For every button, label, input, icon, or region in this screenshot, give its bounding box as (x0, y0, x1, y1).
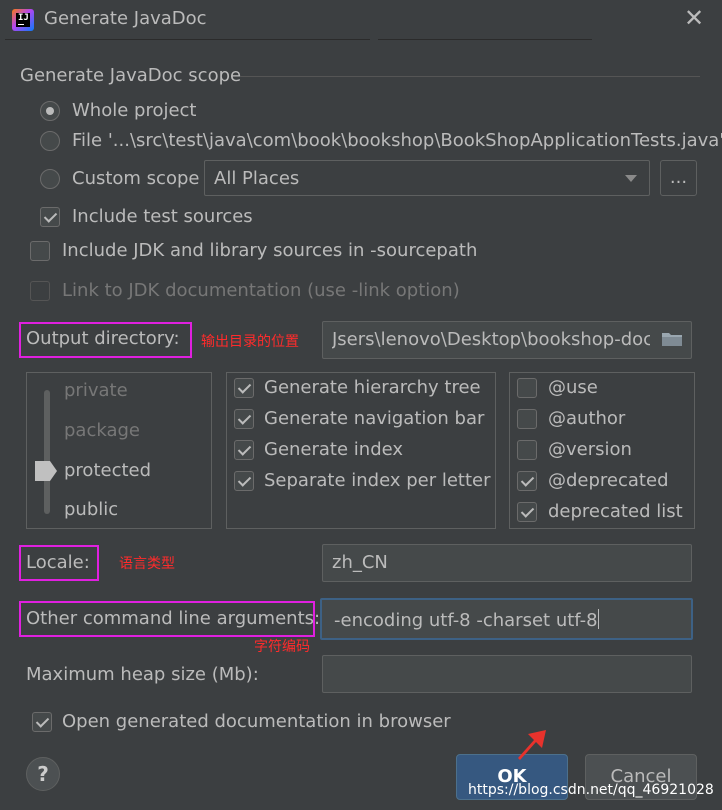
output-directory-value: Jsers\lenovo\Desktop\bookshop-doc (332, 329, 650, 350)
watermark: https://blog.csdn.net/qq_46921028 (468, 782, 714, 798)
generate-hierarchy-label[interactable]: Generate hierarchy tree (264, 377, 481, 398)
generate-index-label[interactable]: Generate index (264, 439, 403, 460)
radio-whole-project[interactable] (40, 101, 60, 121)
title-divider (378, 39, 592, 40)
include-test-sources-checkbox[interactable] (40, 207, 60, 227)
radio-custom-scope-label[interactable]: Custom scope (72, 168, 199, 189)
cmd-args-field[interactable]: -encoding utf-8 -charset utf-8 (320, 598, 693, 640)
visibility-package[interactable]: package (64, 420, 140, 441)
locale-value: zh_CN (332, 552, 388, 573)
output-annotation: 输出目录的位置 (201, 334, 299, 350)
tag-use-checkbox[interactable] (517, 378, 537, 398)
locale-label: Locale: (26, 552, 90, 573)
heap-size-field[interactable] (322, 655, 692, 693)
tag-deprecated-label[interactable]: @deprecated (548, 470, 669, 491)
separate-index-label[interactable]: Separate index per letter (264, 470, 491, 491)
custom-scope-dropdown[interactable]: All Places (204, 160, 650, 196)
radio-custom-scope[interactable] (40, 169, 60, 189)
annotation-arrow-icon (518, 730, 546, 760)
output-directory-label: Output directory: (26, 328, 180, 349)
generate-index-checkbox[interactable] (234, 440, 254, 460)
generate-navigation-label[interactable]: Generate navigation bar (264, 408, 484, 429)
generate-hierarchy-checkbox[interactable] (234, 378, 254, 398)
include-jdk-checkbox[interactable] (30, 241, 50, 261)
text-caret (597, 609, 599, 629)
tag-use-label[interactable]: @use (548, 377, 598, 398)
intellij-icon: IJ (12, 9, 34, 31)
radio-whole-project-label[interactable]: Whole project (72, 100, 197, 121)
output-directory-field[interactable]: Jsers\lenovo\Desktop\bookshop-doc (322, 321, 692, 359)
tag-version-label[interactable]: @version (548, 439, 632, 460)
visibility-public[interactable]: public (64, 499, 118, 520)
tag-author-label[interactable]: @author (548, 408, 625, 429)
close-icon[interactable]: ✕ (682, 4, 706, 32)
visibility-protected[interactable]: protected (64, 460, 151, 481)
scope-group-title: Generate JavaDoc scope (20, 65, 242, 86)
cmd-args-annotation: 字符编码 (254, 639, 310, 655)
include-test-sources-label[interactable]: Include test sources (72, 206, 253, 227)
deprecated-list-label[interactable]: deprecated list (548, 501, 683, 522)
tag-author-checkbox[interactable] (517, 409, 537, 429)
cmd-args-label: Other command line arguments: (26, 608, 321, 629)
heap-size-label: Maximum heap size (Mb): (26, 664, 259, 685)
help-button[interactable]: ? (26, 757, 60, 791)
visibility-private[interactable]: private (64, 380, 128, 401)
tag-version-checkbox[interactable] (517, 440, 537, 460)
dialog-title: Generate JavaDoc (44, 8, 207, 29)
open-browser-checkbox[interactable] (32, 712, 52, 732)
deprecated-list-checkbox[interactable] (517, 502, 537, 522)
link-jdk-label: Link to JDK documentation (use -link opt… (62, 280, 460, 301)
radio-file[interactable] (40, 131, 60, 151)
visibility-slider-thumb[interactable] (34, 460, 58, 482)
link-jdk-checkbox (30, 281, 50, 301)
cmd-args-value: -encoding utf-8 -charset utf-8 (334, 610, 598, 631)
visibility-slider-track[interactable] (44, 390, 50, 514)
browse-scope-button[interactable]: ... (660, 160, 697, 196)
include-jdk-label[interactable]: Include JDK and library sources in -sour… (62, 240, 477, 261)
title-divider (5, 39, 370, 40)
open-browser-label[interactable]: Open generated documentation in browser (62, 711, 451, 732)
locale-annotation: 语言类型 (119, 556, 175, 572)
custom-scope-value: All Places (214, 168, 300, 189)
chevron-down-icon (625, 175, 637, 182)
radio-file-label[interactable]: File '...\src\test\java\com\book\booksho… (72, 130, 722, 151)
separate-index-checkbox[interactable] (234, 471, 254, 491)
folder-icon[interactable] (661, 331, 683, 347)
locale-field[interactable]: zh_CN (322, 544, 692, 582)
generate-navigation-checkbox[interactable] (234, 409, 254, 429)
group-separator (240, 76, 700, 77)
tag-deprecated-checkbox[interactable] (517, 471, 537, 491)
